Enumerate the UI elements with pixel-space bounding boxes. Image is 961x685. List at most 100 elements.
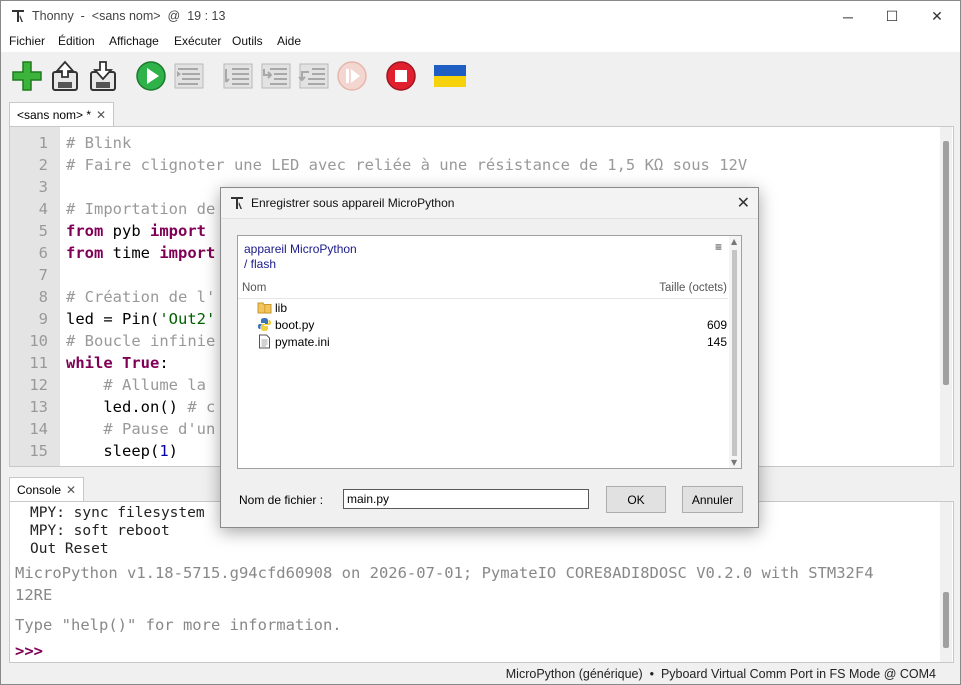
- ok-button[interactable]: OK: [606, 486, 666, 513]
- menu-executer[interactable]: Exécuter: [174, 34, 221, 48]
- line-number: 14: [29, 420, 48, 438]
- step-into-icon[interactable]: [260, 60, 292, 92]
- file-size: 145: [706, 335, 727, 349]
- code-token: # Blink: [66, 134, 132, 152]
- line-number: 1: [38, 134, 48, 152]
- column-size-header[interactable]: Taille (octets): [659, 282, 727, 294]
- console-output-line: MicroPython v1.18-5715.g94cfd60908 on 20…: [15, 564, 874, 582]
- menu-fichier[interactable]: Fichier: [9, 34, 45, 48]
- tab-sans-nom[interactable]: <sans nom> * ✕: [9, 102, 115, 127]
- code-line[interactable]: # Pause d'un: [66, 420, 215, 438]
- filename-label: Nom de fichier :: [239, 493, 324, 507]
- editor-scrollbar[interactable]: [940, 127, 952, 466]
- line-number: 15: [29, 442, 48, 460]
- code-line[interactable]: while True:: [66, 354, 169, 372]
- file-browser-scrollbar-thumb[interactable]: [732, 250, 737, 456]
- code-token: sleep(: [66, 442, 160, 460]
- file-size: 609: [706, 318, 727, 332]
- code-token: # Pause d'un: [103, 420, 216, 438]
- code-token: from: [66, 222, 104, 240]
- step-over-icon[interactable]: [222, 60, 254, 92]
- tab-close-icon[interactable]: ✕: [96, 108, 106, 122]
- scroll-down-icon[interactable]: ▼: [731, 458, 737, 467]
- console-scrollbar-thumb[interactable]: [943, 592, 949, 648]
- resume-icon[interactable]: [336, 60, 368, 92]
- code-token: 'Out2': [159, 310, 216, 328]
- code-line[interactable]: # Boucle infinie: [66, 332, 215, 350]
- line-number: 12: [29, 376, 48, 394]
- console-output-line: Type "help()" for more information.: [15, 616, 342, 634]
- code-token: # Boucle infinie: [66, 332, 216, 350]
- shell-prompt[interactable]: >>>: [15, 642, 43, 660]
- code-token: pyb: [103, 222, 150, 240]
- code-token: ): [168, 442, 179, 460]
- maximize-button[interactable]: ☐: [869, 1, 915, 32]
- text-file-icon: [259, 334, 270, 349]
- dialog-close-icon[interactable]: ✕: [737, 193, 750, 212]
- code-token: import: [159, 244, 216, 262]
- stop-icon[interactable]: [385, 60, 417, 92]
- tab-label: <sans nom> *: [17, 108, 92, 122]
- step-out-icon[interactable]: [298, 60, 330, 92]
- ukraine-flag-icon[interactable]: [434, 65, 466, 87]
- save-file-icon[interactable]: [87, 60, 119, 92]
- tab-console[interactable]: Console ✕: [9, 477, 85, 502]
- console-output-line: MPY: sync filesystem: [30, 505, 205, 521]
- console-tab-label: Console: [17, 483, 62, 497]
- line-number: 10: [29, 332, 48, 350]
- line-number: 11: [29, 354, 48, 372]
- path-device-link[interactable]: appareil MicroPython: [244, 242, 357, 256]
- menu-edition[interactable]: Édition: [58, 34, 95, 48]
- menu-bar: Fichier Édition Affichage Exécuter Outil…: [1, 32, 960, 52]
- run-icon[interactable]: [135, 60, 167, 92]
- menu-affichage[interactable]: Affichage: [109, 34, 159, 48]
- code-line[interactable]: # Blink: [66, 134, 131, 152]
- code-line[interactable]: led.on() # c: [66, 398, 215, 416]
- code-line[interactable]: # Allume la: [66, 376, 206, 394]
- file-row[interactable]: pymate.ini 145: [238, 333, 728, 350]
- toolbar: [1, 52, 960, 100]
- code-token: while: [66, 354, 113, 372]
- file-row[interactable]: boot.py 609: [238, 316, 728, 333]
- code-line[interactable]: # Importation de: [66, 200, 215, 218]
- column-header: Nom Taille (octets): [238, 280, 728, 299]
- new-file-icon[interactable]: [11, 60, 43, 92]
- status-bar: MicroPython (générique) • Pyboard Virtua…: [1, 665, 960, 685]
- code-token: led = Pin(: [66, 310, 160, 328]
- menu-aide[interactable]: Aide: [277, 34, 301, 48]
- menu-outils[interactable]: Outils: [232, 34, 263, 48]
- code-line[interactable]: led = Pin('Out2': [66, 310, 215, 328]
- interpreter-status[interactable]: MicroPython (générique) • Pyboard Virtua…: [506, 667, 936, 681]
- code-line[interactable]: sleep(1): [66, 442, 178, 460]
- scroll-up-icon[interactable]: ▲: [731, 237, 737, 246]
- browser-menu-icon[interactable]: ≡: [715, 240, 722, 254]
- editor-scrollbar-thumb[interactable]: [943, 141, 949, 385]
- thonny-app-icon: [231, 197, 243, 209]
- open-file-icon[interactable]: [49, 60, 81, 92]
- file-name: lib: [275, 301, 288, 315]
- path-dir-link[interactable]: / flash: [244, 257, 276, 271]
- minimize-button[interactable]: ─: [825, 1, 871, 32]
- filename-input[interactable]: [343, 489, 589, 509]
- code-token: :: [159, 354, 169, 372]
- code-token: # Importation de: [66, 200, 216, 218]
- line-number: 5: [38, 222, 48, 240]
- code-line[interactable]: from time import: [66, 244, 215, 262]
- folder-icon: [257, 302, 272, 314]
- code-line[interactable]: # Création de l': [66, 288, 215, 306]
- file-browser-scrollbar[interactable]: ▲ ▼: [729, 236, 741, 468]
- cancel-button[interactable]: Annuler: [682, 486, 743, 513]
- line-number: 7: [38, 266, 48, 284]
- close-window-button[interactable]: ✕: [914, 1, 960, 32]
- console-tab-close-icon[interactable]: ✕: [66, 483, 76, 497]
- console-output-line: 12RE: [15, 586, 53, 604]
- file-browser[interactable]: appareil MicroPython / flash ≡ Nom Taill…: [237, 235, 742, 469]
- debug-icon[interactable]: [173, 60, 205, 92]
- code-line[interactable]: from pyb import: [66, 222, 206, 240]
- console-scrollbar[interactable]: [940, 502, 952, 662]
- column-name-header[interactable]: Nom: [242, 282, 266, 294]
- code-line[interactable]: # Faire clignoter une LED avec reliée à …: [66, 156, 747, 174]
- file-row[interactable]: lib: [238, 299, 728, 316]
